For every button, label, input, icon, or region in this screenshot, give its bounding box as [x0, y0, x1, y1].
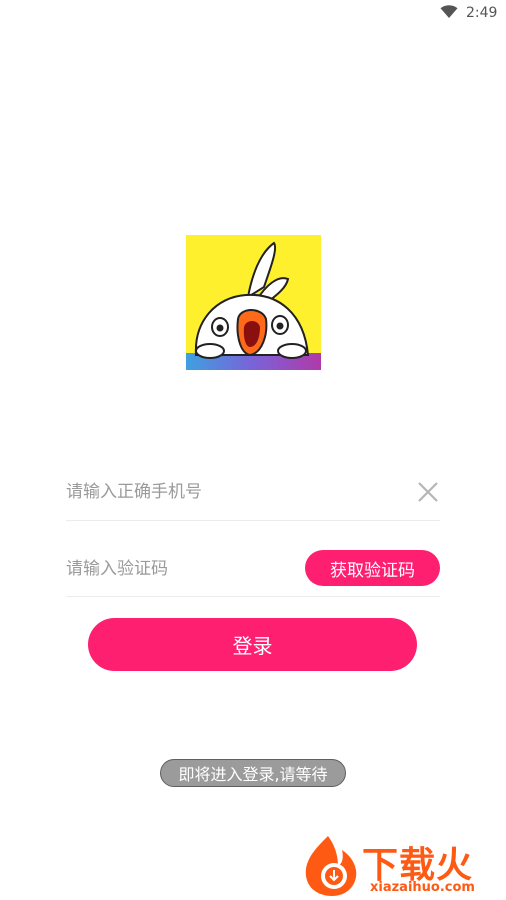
app-logo: [186, 235, 321, 370]
watermark: 下载火 xiazaihuo.com: [298, 832, 506, 900]
status-time: 2:49: [466, 5, 498, 21]
toast-message: 即将进入登录,请等待: [160, 759, 346, 787]
flame-logo-icon: [305, 836, 357, 896]
login-screen: 2:49 获取验证码 登录 即将进入登录,请等: [0, 0, 506, 900]
watermark-domain: xiazaihuo.com: [370, 880, 475, 895]
get-code-button[interactable]: 获取验证码: [305, 550, 440, 586]
code-field-row: 获取验证码: [66, 545, 440, 597]
status-bar: 2:49: [0, 0, 506, 26]
phone-input[interactable]: [66, 478, 366, 506]
close-icon[interactable]: [416, 480, 440, 504]
verification-code-input[interactable]: [66, 555, 286, 583]
phone-field-row: [66, 468, 440, 521]
login-button[interactable]: 登录: [88, 618, 417, 671]
wifi-icon: [440, 5, 458, 18]
